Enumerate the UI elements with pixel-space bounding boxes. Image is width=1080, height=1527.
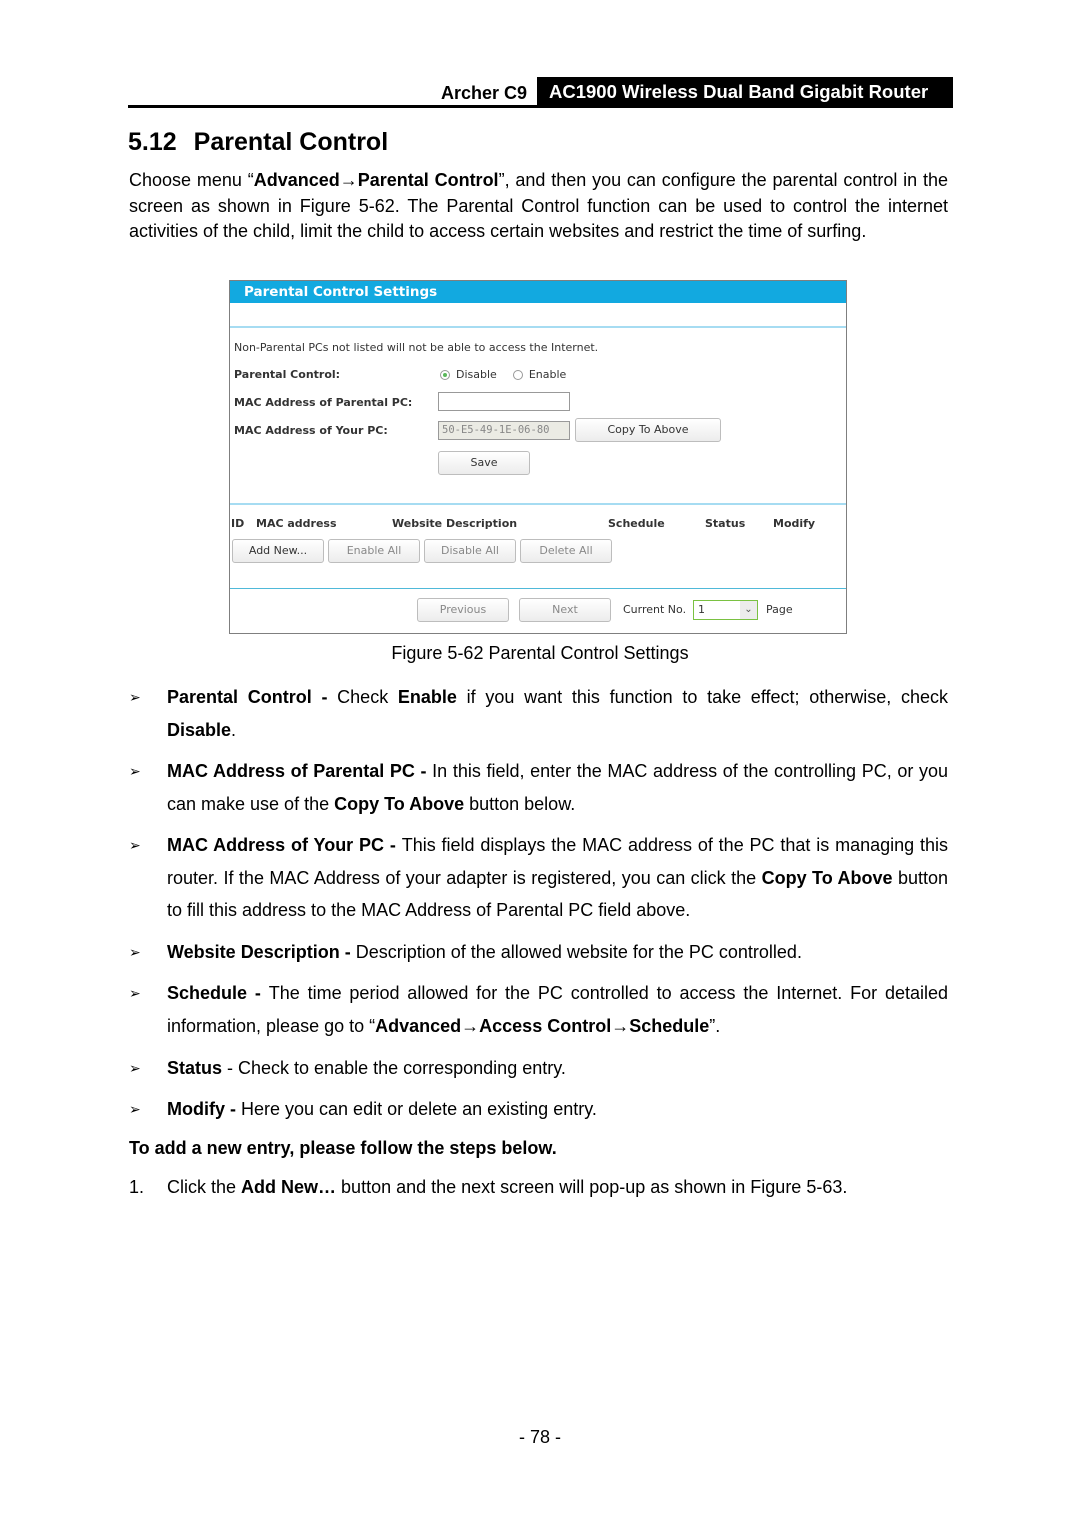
mac-parental-label: MAC Address of Parental PC: [234,396,413,409]
previous-button[interactable]: Previous [417,598,509,622]
parental-control-screenshot: Parental Control Settings Non-Parental P… [229,280,847,634]
section-title: 5.12 Parental Control [128,128,388,157]
bullet-text: Here you can edit or delete an existing … [241,1099,597,1119]
bullet-text: Check to enable the corresponding entry. [238,1058,566,1078]
section-number: 5.12 [128,128,177,156]
bullet-sep: - [414,761,433,781]
col-schedule: Schedule [608,517,665,530]
delete-all-button[interactable]: Delete All [520,539,612,563]
copy-to-above-button[interactable]: Copy To Above [575,418,721,442]
bullet-term: Schedule [167,983,248,1003]
bullet-item: ➢ MAC Address of Parental PC - In this f… [129,755,948,820]
col-status: Status [705,517,746,530]
divider [230,326,846,328]
next-button[interactable]: Next [519,598,611,622]
header-product: AC1900 Wireless Dual Band Gigabit Router [537,77,953,106]
bullet-item: ➢ Schedule - The time period allowed for… [129,977,948,1042]
col-modify: Modify [773,517,816,530]
bullet-sep: - [384,835,402,855]
bullet-item: ➢ Status - Check to enable the correspon… [129,1052,948,1085]
divider [230,503,846,505]
bullet-text: button below. [464,793,576,814]
bullet-arrow-icon: ➢ [129,1101,141,1117]
enable-all-button[interactable]: Enable All [328,539,420,563]
bullet-term: Parental Control [167,687,312,707]
bullet-arrow-icon: ➢ [129,944,141,960]
step-bold: Add New… [241,1177,337,1197]
save-button[interactable]: Save [438,451,530,475]
col-id: ID [231,517,245,530]
bullet-bold: Disable [167,719,232,740]
col-website-description: Website Description [392,517,518,530]
steps-heading: To add a new entry, please follow the st… [129,1138,557,1158]
step-number: 1. [129,1177,145,1197]
bullet-item: ➢ Modify - Here you can edit or delete a… [129,1093,948,1126]
bullet-text: Description of the allowed website for t… [355,942,802,962]
page-label: Page [766,603,793,616]
bullet-term: Modify [167,1099,225,1119]
current-no-label: Current No. [623,603,687,616]
radio-disable[interactable] [440,369,450,380]
bullet-sep: - [247,983,269,1003]
parental-control-radio-group: Disable Enable [440,368,576,381]
bullet-arrow-icon: ➢ [129,763,141,779]
mac-parental-input[interactable] [438,392,570,411]
parental-control-label: Parental Control: [234,368,341,381]
intro-paragraph: Choose menu “Advanced→Parental Control”,… [129,168,948,245]
bullet-item: ➢ Website Description - Description of t… [129,936,948,969]
page-header: Archer C9 AC1900 Wireless Dual Band Giga… [128,77,953,108]
page-select-value: 1 [698,603,705,616]
bullet-term: MAC Address of Parental PC [167,761,415,781]
figure-caption: Figure 5-62 Parental Control Settings [391,643,689,663]
bullet-item: ➢ MAC Address of Your PC - This field di… [129,829,948,927]
bullet-sep: - [311,687,338,707]
chevron-down-icon[interactable]: ⌄ [740,601,757,619]
bullet-sep: - [222,1058,239,1078]
bullet-arrow-icon: ➢ [129,689,141,705]
step-item: 1. Click the Add New… button and the next… [129,1177,847,1198]
mac-your-pc-label: MAC Address of Your PC: [234,424,388,437]
bullet-arrow-icon: ➢ [129,985,141,1001]
bullet-text: Check [337,687,398,707]
bullet-bold: Copy To Above [761,867,893,888]
intro-text: Choose menu “ [129,170,254,190]
bullet-text: . [231,719,237,740]
col-mac-address: MAC address [256,517,337,530]
header-model: Archer C9 [440,83,527,103]
disable-all-button[interactable]: Disable All [424,539,516,563]
bullet-arrow-icon: ➢ [129,1060,141,1076]
intro-menu-path: Advanced→Parental Control [253,170,499,190]
note-text: Non-Parental PCs not listed will not be … [234,341,599,354]
bullet-item: ➢ Parental Control - Check Enable if you… [129,681,948,746]
step-text: button and the next screen will pop-up a… [336,1177,848,1197]
bullet-bold: Copy To Above [334,793,465,814]
bullet-text: ”. [709,1015,721,1036]
panel-title: Parental Control Settings [230,281,846,303]
step-text: Click the [167,1177,242,1197]
bullet-text: if you want this function to take effect… [456,687,948,707]
bullet-term: MAC Address of Your PC [167,835,385,855]
page-select[interactable]: 1 ⌄ [693,600,758,620]
mac-your-pc-field: 50-E5-49-1E-06-80 [438,421,570,440]
bullet-term: Status [167,1058,223,1078]
radio-enable[interactable] [512,369,523,380]
radio-enable-label: Enable [528,368,567,381]
add-new-button[interactable]: Add New... [232,539,324,563]
divider [230,588,846,589]
bullet-bold: Advanced→Access Control→Schedule [375,1015,710,1036]
bullet-sep: - [339,942,356,962]
radio-disable-label: Disable [456,368,497,381]
page-number: - 78 - [518,1427,561,1447]
bullet-bold: Enable [397,687,457,707]
bullet-term: Website Description [167,942,340,962]
section-heading: Parental Control [193,128,389,156]
bullet-arrow-icon: ➢ [129,837,141,853]
bullet-sep: - [225,1099,241,1119]
header-rule [128,105,953,108]
